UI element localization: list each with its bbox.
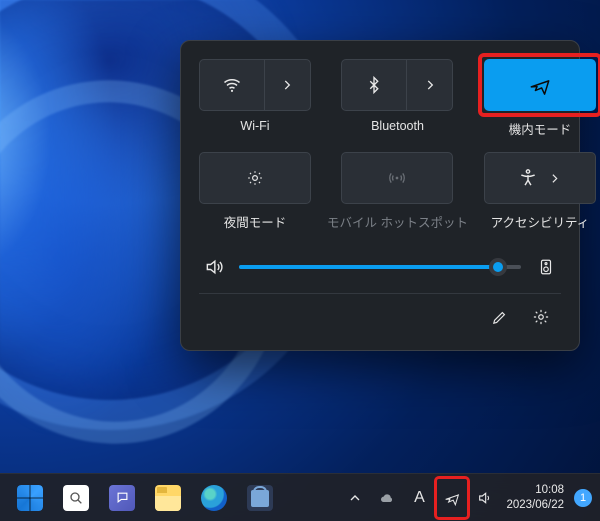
volume-row [203, 257, 557, 277]
file-explorer-button[interactable] [148, 478, 188, 518]
tile-wrap-accessibility: アクセシビリティ [484, 152, 596, 231]
edge-button[interactable] [194, 478, 234, 518]
taskbar-pinned-apps [10, 478, 280, 518]
nightlight-tile[interactable] [199, 152, 311, 204]
airplane-mode-tile[interactable] [484, 59, 596, 111]
tray-onedrive[interactable] [372, 478, 402, 518]
wifi-expand[interactable] [264, 60, 310, 110]
chat-button[interactable] [102, 478, 142, 518]
chat-icon [109, 485, 135, 511]
volume-icon [477, 490, 493, 506]
wifi-icon [222, 75, 242, 95]
bluetooth-label: Bluetooth [371, 119, 424, 133]
start-button[interactable] [10, 478, 50, 518]
wifi-tile[interactable] [199, 59, 311, 111]
quick-settings-grid: Wi-Fi Bluetooth 機内モード [199, 59, 561, 231]
tray-overflow-button[interactable] [340, 478, 370, 518]
notification-badge[interactable]: 1 [574, 489, 592, 507]
ime-indicator[interactable]: A [404, 478, 434, 518]
quick-settings-footer [199, 293, 561, 344]
hotspot-tile [341, 152, 453, 204]
bluetooth-icon [365, 76, 383, 94]
nightlight-label: 夜間モード [224, 212, 287, 231]
folder-icon [155, 485, 181, 511]
chevron-right-icon [423, 78, 437, 92]
chevron-right-icon [548, 172, 561, 185]
slider-thumb[interactable] [489, 258, 507, 276]
gear-icon [532, 308, 550, 326]
edge-icon [201, 485, 227, 511]
tile-wrap-wifi: Wi-Fi [199, 59, 311, 138]
chevron-up-icon [347, 490, 363, 506]
nightlight-icon [246, 169, 264, 187]
tray-volume[interactable] [470, 478, 500, 518]
quick-settings-panel: Wi-Fi Bluetooth 機内モード [180, 40, 580, 351]
pencil-icon [491, 309, 508, 326]
slider-fill [239, 265, 498, 269]
windows-logo-icon [17, 485, 43, 511]
accessibility-tile[interactable] [484, 152, 596, 204]
audio-output-icon [537, 258, 555, 276]
tray-airplane-mode[interactable] [436, 478, 468, 518]
taskbar: A 10:08 2023/06/22 1 [0, 473, 600, 521]
search-button[interactable] [56, 478, 96, 518]
tile-wrap-bluetooth: Bluetooth [327, 59, 468, 138]
accessibility-label: アクセシビリティ [491, 212, 590, 231]
airplane-icon [444, 490, 460, 506]
volume-icon [204, 257, 224, 277]
bluetooth-expand[interactable] [406, 60, 452, 110]
store-button[interactable] [240, 478, 280, 518]
clock-time: 10:08 [506, 483, 564, 498]
chevron-right-icon [280, 78, 294, 92]
audio-output-button[interactable] [535, 258, 557, 276]
store-icon [247, 485, 273, 511]
taskbar-tray: A 10:08 2023/06/22 1 [340, 478, 592, 518]
clock-date: 2023/06/22 [506, 498, 564, 513]
tile-wrap-nightlight: 夜間モード [199, 152, 311, 231]
airplane-highlight [478, 53, 600, 117]
volume-icon-button[interactable] [203, 257, 225, 277]
edit-quick-settings-button[interactable] [481, 300, 517, 334]
wifi-toggle[interactable] [200, 60, 264, 110]
tile-wrap-airplane: 機内モード [484, 59, 596, 138]
tile-wrap-hotspot: モバイル ホットスポット [327, 152, 468, 231]
bluetooth-toggle[interactable] [342, 60, 406, 110]
cloud-icon [379, 490, 395, 506]
hotspot-icon [387, 168, 407, 188]
taskbar-clock[interactable]: 10:08 2023/06/22 [502, 483, 570, 513]
volume-slider[interactable] [239, 257, 521, 277]
accessibility-icon [518, 168, 538, 188]
airplane-label: 機内モード [509, 119, 572, 138]
bluetooth-tile[interactable] [341, 59, 453, 111]
hotspot-label: モバイル ホットスポット [327, 212, 468, 231]
open-settings-button[interactable] [523, 300, 559, 334]
airplane-icon [529, 74, 551, 96]
wifi-label: Wi-Fi [240, 119, 269, 133]
search-icon [63, 485, 89, 511]
